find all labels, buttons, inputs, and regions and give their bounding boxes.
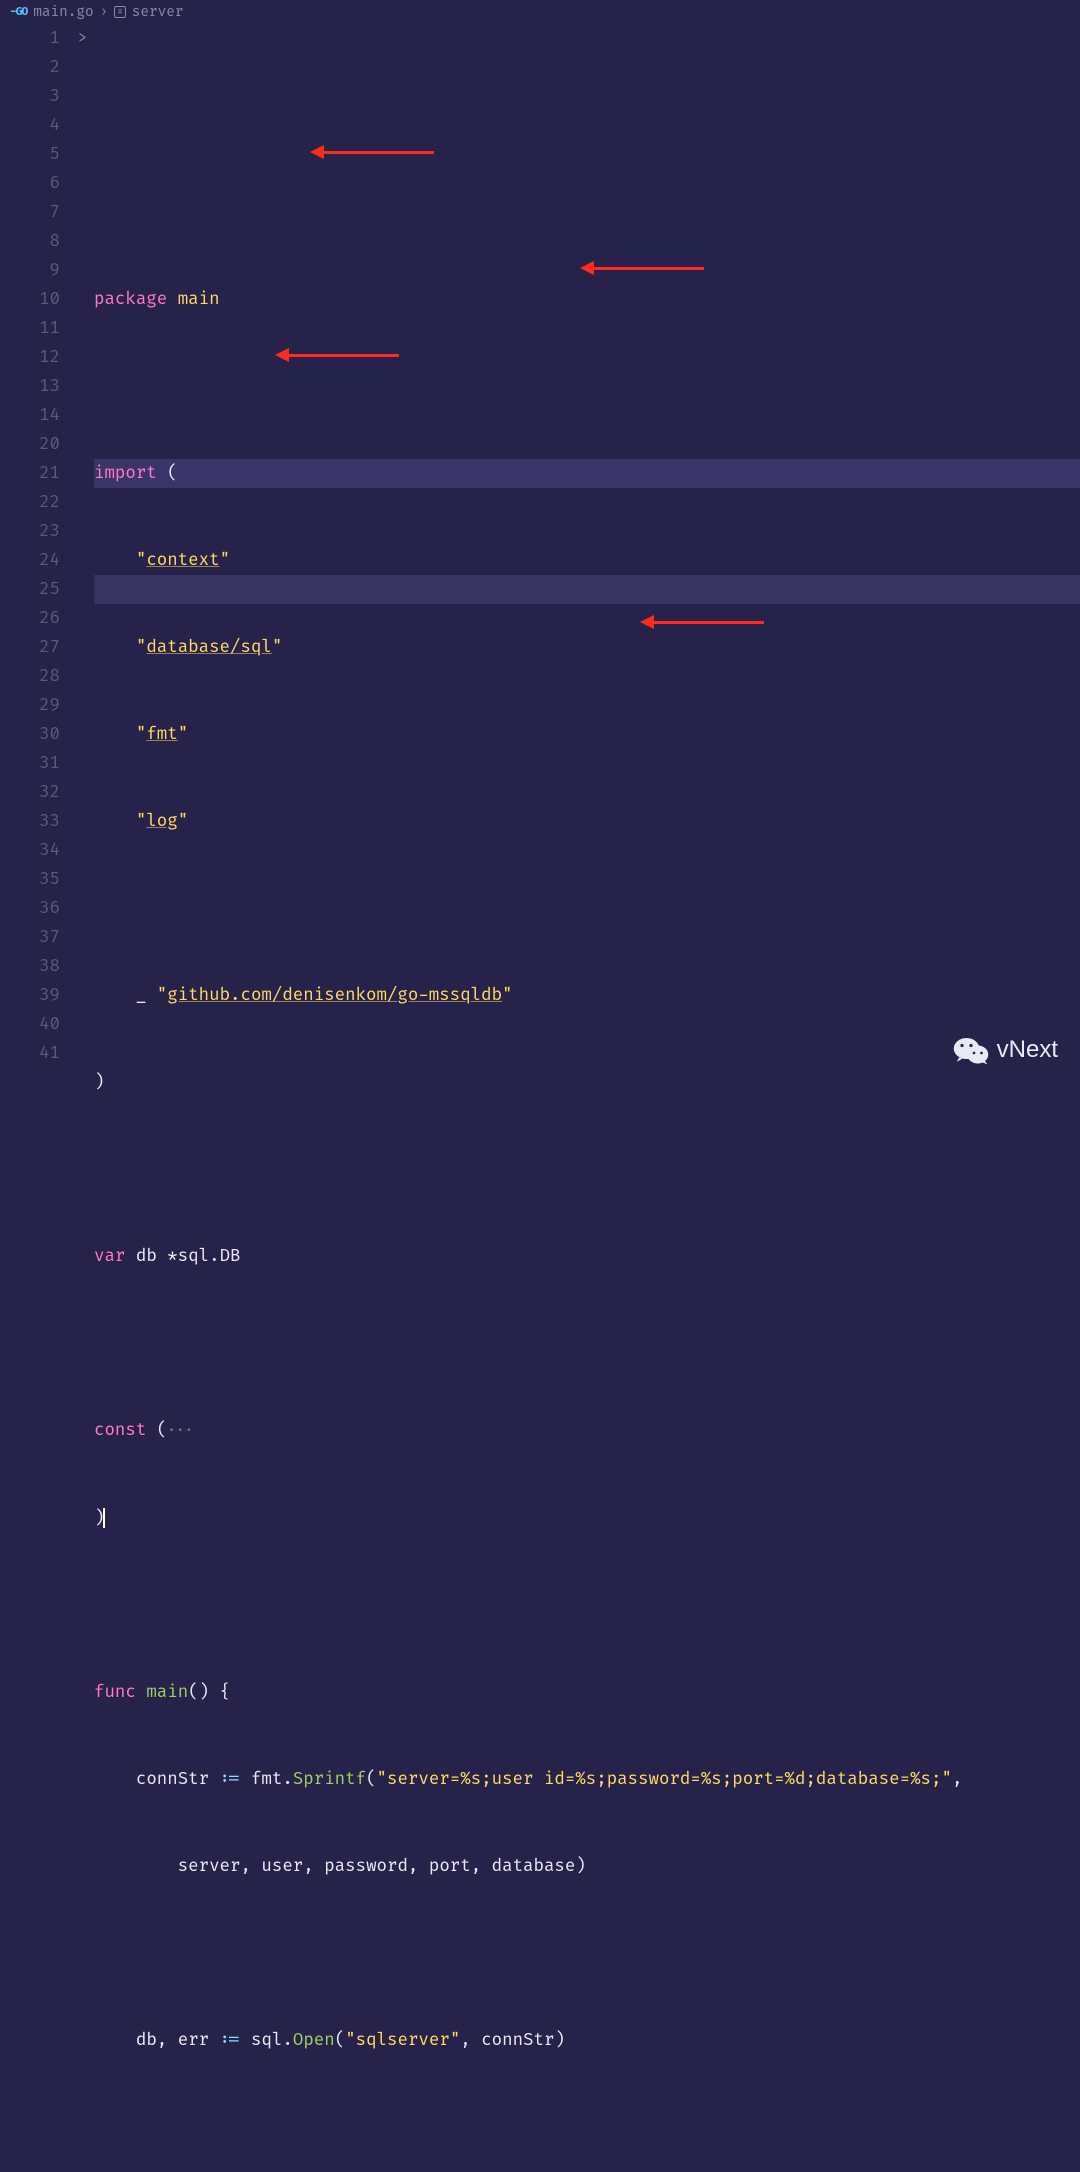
go-file-icon: -GO <box>10 6 27 19</box>
text-cursor <box>103 1508 105 1528</box>
breadcrumb[interactable]: -GO main.go › ≡ server <box>0 0 1080 24</box>
annotation-arrow <box>310 145 434 159</box>
annotation-arrow <box>640 615 764 629</box>
chevron-right-icon: › <box>100 4 109 21</box>
watermark-text: vNext <box>997 1036 1058 1064</box>
breadcrumb-symbol[interactable]: server <box>132 4 184 21</box>
wechat-icon <box>953 1032 989 1068</box>
symbol-variable-icon: ≡ <box>114 6 126 18</box>
code-editor[interactable]: 123 456 789 101112 131420 212223 242526 … <box>0 24 1080 2172</box>
breadcrumb-file[interactable]: main.go <box>33 4 93 21</box>
fold-gutter[interactable]: > <box>78 24 94 2172</box>
annotation-arrow <box>580 261 704 275</box>
folded-ellipsis-icon[interactable]: ··· <box>167 1423 193 1440</box>
annotation-arrow <box>275 348 399 362</box>
code-content[interactable]: package main import ( "context" "databas… <box>94 24 1080 2172</box>
current-line <box>94 575 1080 604</box>
watermark: vNext <box>953 1032 1058 1068</box>
fold-chevron-icon[interactable]: > <box>78 24 94 53</box>
line-number-gutter: 123 456 789 101112 131420 212223 242526 … <box>0 24 78 2172</box>
